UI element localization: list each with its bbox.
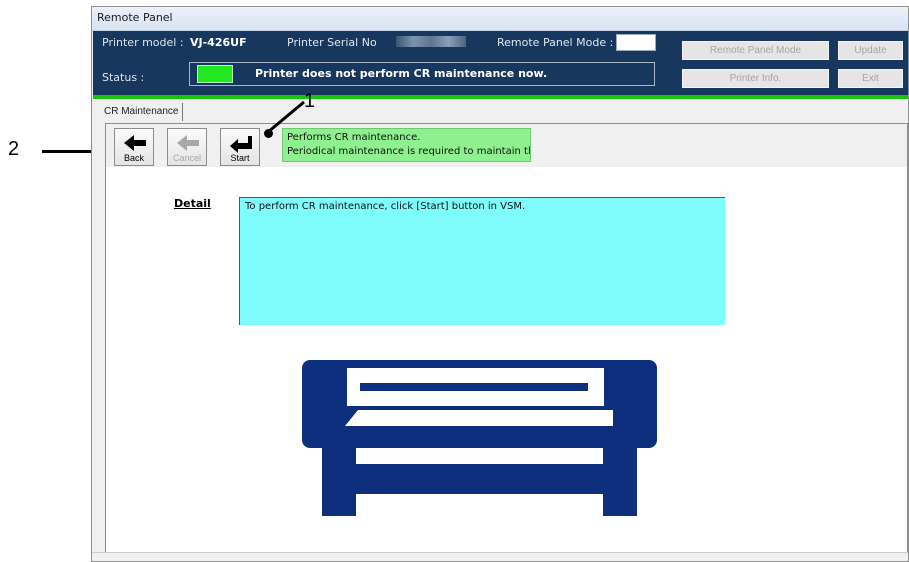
- detail-text-box: To perform CR maintenance, click [Start]…: [239, 197, 725, 325]
- printer-header: Printer model : VJ-426UF Printer Serial …: [93, 31, 908, 95]
- callout-number-2: 2: [8, 138, 20, 160]
- window-title: Remote Panel: [92, 7, 908, 31]
- printer-info-button[interactable]: Printer Info.: [682, 69, 829, 88]
- serial-number-label: Printer Serial No: [287, 36, 377, 49]
- tab-cr-maintenance[interactable]: CR Maintenance: [100, 103, 184, 121]
- serial-number-redacted: [396, 36, 466, 47]
- remote-panel-mode-indicator: [616, 34, 656, 51]
- status-panel: Printer does not perform CR maintenance …: [189, 62, 655, 86]
- operation-description: Performs CR maintenance. Periodical main…: [282, 128, 531, 162]
- back-button-label: Back: [123, 153, 144, 163]
- start-button-label: Start: [230, 153, 250, 163]
- status-message: Printer does not perform CR maintenance …: [255, 67, 548, 80]
- enter-return-icon: [230, 136, 252, 153]
- detail-label: Detail: [174, 197, 211, 210]
- remote-panel-mode-label: Remote Panel Mode :: [497, 36, 614, 49]
- start-button[interactable]: Start: [220, 128, 260, 166]
- status-label: Status :: [102, 71, 145, 84]
- printer-illustration: [302, 360, 657, 516]
- header-accent-strip: [93, 95, 908, 99]
- toolbar: Back Cancel Start Performs CR maintenanc…: [106, 124, 907, 167]
- description-line-2: Periodical maintenance is required to ma…: [287, 146, 531, 157]
- update-button[interactable]: Update: [838, 41, 903, 60]
- remote-panel-mode-button[interactable]: Remote Panel Mode: [682, 41, 829, 60]
- cancel-button-label: Cancel: [172, 153, 201, 163]
- window-footer: [92, 552, 908, 561]
- description-line-1: Performs CR maintenance.: [287, 132, 421, 143]
- remote-panel-window: Remote Panel Printer model : VJ-426UF Pr…: [91, 6, 909, 562]
- arrow-left-icon: [124, 135, 146, 151]
- status-led: [197, 65, 233, 83]
- back-button[interactable]: Back: [114, 128, 154, 166]
- cr-maintenance-panel: Back Cancel Start Performs CR maintenanc…: [105, 123, 908, 554]
- exit-button[interactable]: Exit: [838, 69, 903, 88]
- printer-model-value: VJ-426UF: [190, 36, 247, 49]
- arrow-left-disabled-icon: [177, 135, 199, 151]
- callout-dot-1: [264, 129, 273, 138]
- cancel-button[interactable]: Cancel: [167, 128, 207, 166]
- printer-model-label: Printer model :: [102, 36, 184, 49]
